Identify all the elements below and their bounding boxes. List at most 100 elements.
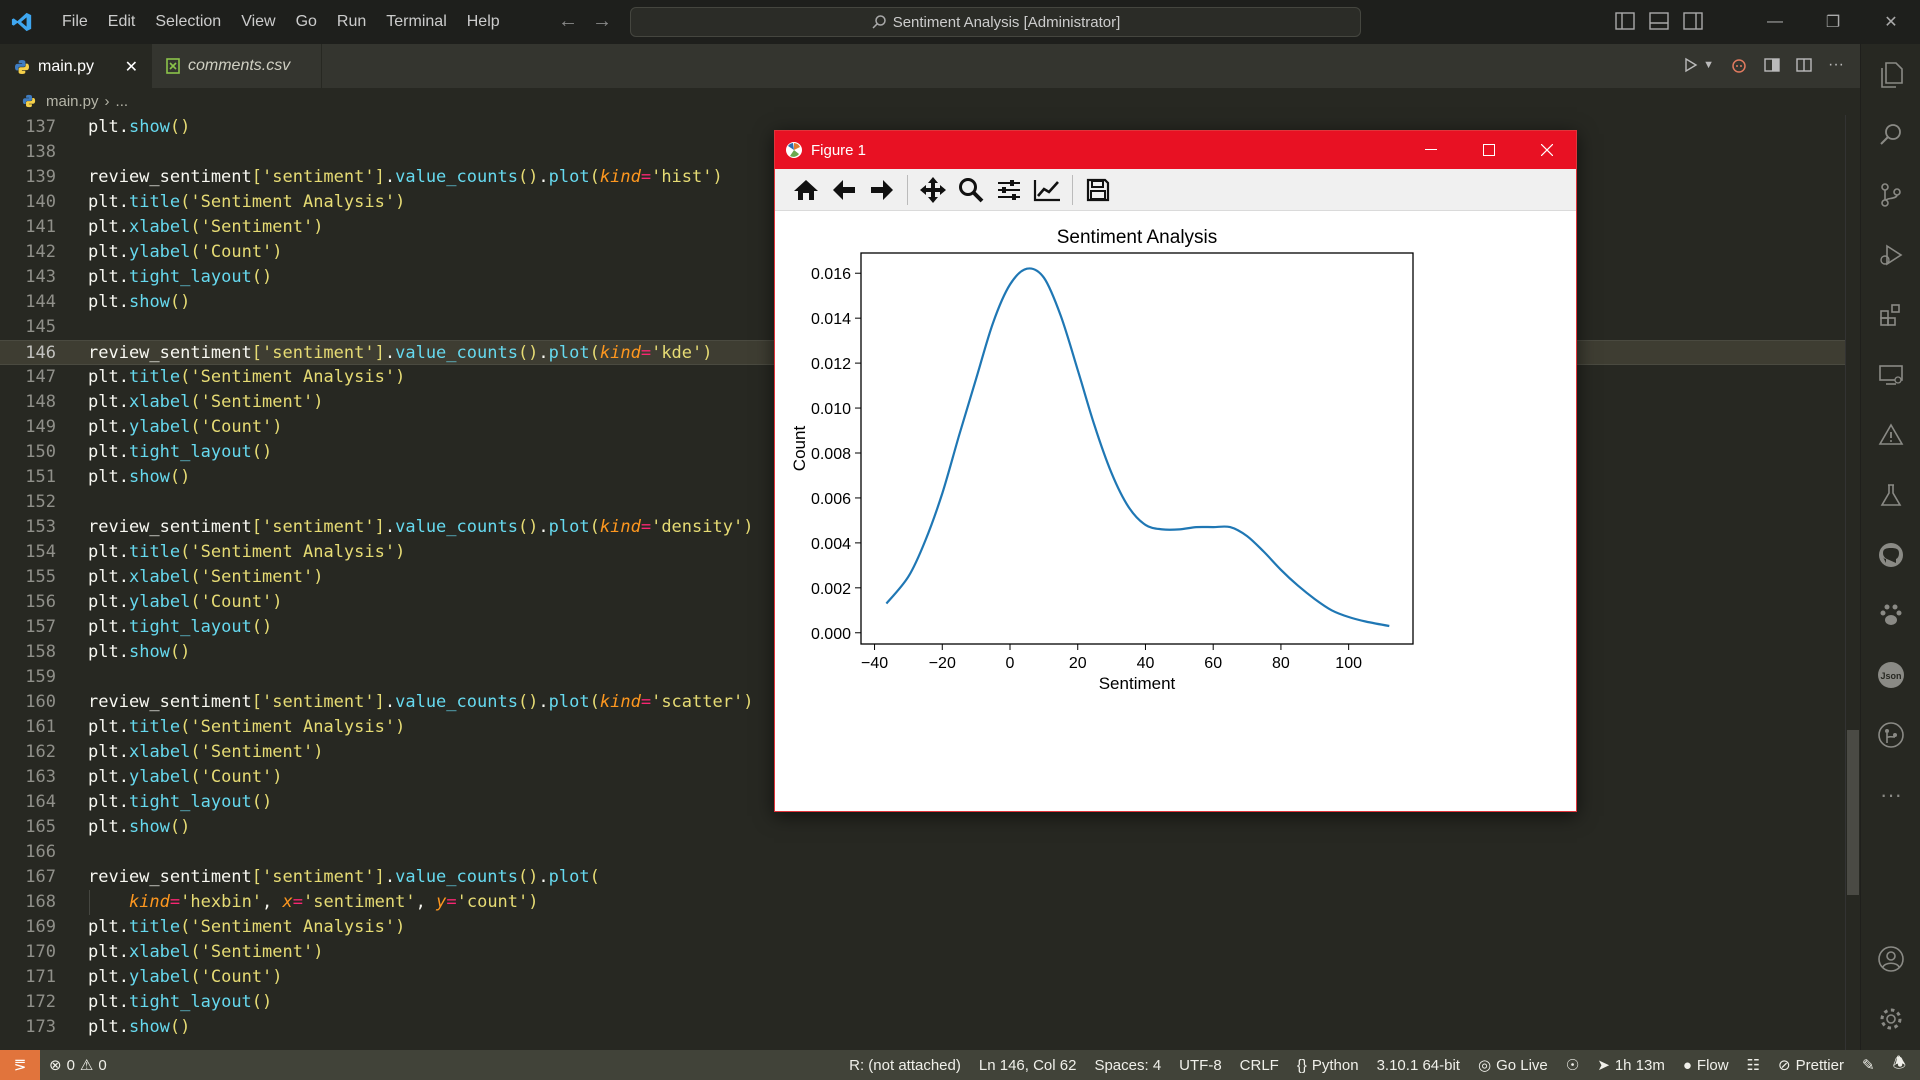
toggle-primary-sidebar-icon[interactable]: [1615, 12, 1635, 30]
configure-subplots-icon[interactable]: [990, 173, 1028, 207]
kde-chart[interactable]: Sentiment Analysis −40 −20 0 20 40 60 80 100 0.00…: [775, 211, 1576, 811]
remote-explorer-icon[interactable]: [1861, 350, 1920, 400]
extensions-icon[interactable]: [1861, 290, 1920, 340]
settings-gear-icon[interactable]: [1861, 994, 1920, 1044]
code-line[interactable]: 169 plt.title('Sentiment Analysis'): [0, 915, 1845, 940]
accounts-icon[interactable]: [1861, 934, 1920, 984]
problems-icon[interactable]: [1861, 410, 1920, 460]
line-number: 161: [25, 717, 56, 737]
git-graph-icon[interactable]: [1861, 710, 1920, 760]
open-preview-icon[interactable]: [1764, 57, 1780, 73]
figure-canvas[interactable]: Sentiment Analysis −40 −20 0 20 40 60 80 100 0.00…: [775, 211, 1576, 811]
y-axis-label: Count: [790, 426, 809, 472]
chevron-down-icon[interactable]: ▼: [1703, 59, 1714, 71]
restore-icon[interactable]: ❐: [1804, 0, 1862, 44]
menu-run[interactable]: Run: [327, 0, 376, 44]
prettier-status[interactable]: ⊘ Prettier: [1769, 1056, 1853, 1075]
editor-scrollbar[interactable]: [1845, 115, 1860, 1050]
matplotlib-figure-window[interactable]: Figure 1 Sentiment Analysis −40 −20 0 20 40 60…: [774, 130, 1577, 812]
menu-edit[interactable]: Edit: [98, 0, 146, 44]
code-token: plot: [548, 867, 590, 887]
source-control-icon[interactable]: [1861, 170, 1920, 220]
remote-indicator-icon[interactable]: ⪚: [0, 1050, 40, 1080]
github-icon[interactable]: [1861, 530, 1920, 580]
pan-icon[interactable]: [914, 173, 952, 207]
r-session-status[interactable]: R: (not attached): [840, 1057, 970, 1074]
menu-terminal[interactable]: Terminal: [376, 0, 456, 44]
tab-comments-csv[interactable]: comments.csv: [152, 44, 322, 88]
search-icon[interactable]: [1861, 110, 1920, 160]
python-interpreter[interactable]: 3.10.1 64-bit: [1368, 1057, 1469, 1074]
code-line[interactable]: 166: [0, 840, 1845, 865]
edit-axis-icon[interactable]: [1028, 173, 1066, 207]
indent-guide: [89, 890, 90, 915]
menu-view[interactable]: View: [231, 0, 285, 44]
toggle-panel-icon[interactable]: [1649, 12, 1669, 30]
more-actions-icon[interactable]: ···: [1828, 56, 1844, 74]
code-token: value_counts: [395, 167, 518, 187]
run-and-debug-icon[interactable]: [1861, 230, 1920, 280]
go-live-button[interactable]: ◎ Go Live: [1469, 1056, 1557, 1075]
code-line[interactable]: 167 review_sentiment['sentiment'].value_c…: [0, 865, 1845, 890]
language-mode[interactable]: {} Python: [1288, 1057, 1368, 1074]
save-icon[interactable]: [1079, 173, 1117, 207]
encoding[interactable]: UTF-8: [1170, 1057, 1231, 1074]
command-center-search[interactable]: Sentiment Analysis [Administrator]: [630, 7, 1361, 37]
feedback-icon[interactable]: ✎: [1853, 1056, 1884, 1074]
nav-forward-icon[interactable]: →: [592, 10, 612, 33]
menu-file[interactable]: File: [52, 0, 98, 44]
home-icon[interactable]: [787, 173, 825, 207]
close-window-icon[interactable]: ✕: [1862, 0, 1920, 44]
copilot-status-icon[interactable]: ☉: [1557, 1056, 1588, 1074]
explorer-icon[interactable]: [1861, 50, 1920, 100]
code-token: 'Sentiment': [200, 742, 314, 762]
menu-help[interactable]: Help: [457, 0, 510, 44]
code-token: 'sentiment': [262, 867, 375, 887]
extension-status-icon[interactable]: ☷: [1738, 1056, 1769, 1074]
minimize-icon[interactable]: —: [1746, 0, 1804, 44]
split-editor-icon[interactable]: [1796, 57, 1812, 73]
figure-title-bar[interactable]: Figure 1: [775, 131, 1576, 169]
code-text: plt.title('Sentiment Analysis'): [88, 540, 405, 565]
figure-minimize-icon[interactable]: [1402, 131, 1460, 169]
code-line[interactable]: 165 plt.show(): [0, 815, 1845, 840]
forward-icon[interactable]: [863, 173, 901, 207]
problems-counter[interactable]: ⊗ 0 ⚠ 0: [40, 1056, 116, 1075]
tab-main-py[interactable]: main.py ✕: [0, 44, 152, 88]
breadcrumb-symbols[interactable]: ...: [116, 93, 129, 110]
code-token: (): [517, 167, 539, 187]
menu-go[interactable]: Go: [286, 0, 327, 44]
tab-label: comments.csv: [188, 57, 291, 74]
code-line[interactable]: 170 plt.xlabel('Sentiment'): [0, 940, 1845, 965]
flow-status[interactable]: ● Flow: [1674, 1057, 1738, 1074]
paw-icon[interactable]: [1861, 590, 1920, 640]
run-icon[interactable]: [1683, 57, 1699, 73]
testing-icon[interactable]: [1861, 470, 1920, 520]
indentation[interactable]: Spaces: 4: [1085, 1057, 1170, 1074]
wakatime-timer[interactable]: ➤ 1h 13m: [1588, 1056, 1674, 1075]
menu-selection[interactable]: Selection: [145, 0, 231, 44]
line-endings[interactable]: CRLF: [1231, 1057, 1288, 1074]
line-number: 146: [25, 343, 56, 363]
code-line[interactable]: 173 plt.show(): [0, 1015, 1845, 1040]
zoom-icon[interactable]: [952, 173, 990, 207]
figure-close-icon[interactable]: [1518, 131, 1576, 169]
scrollbar-thumb[interactable]: [1847, 730, 1859, 895]
back-icon[interactable]: [825, 173, 863, 207]
json-icon[interactable]: Json: [1861, 650, 1920, 700]
figure-maximize-icon[interactable]: [1460, 131, 1518, 169]
close-tab-icon[interactable]: ✕: [125, 57, 138, 77]
code-line[interactable]: 171 plt.ylabel('Count'): [0, 965, 1845, 990]
code-token: 'sentiment': [262, 167, 375, 187]
code-line[interactable]: 172 plt.tight_layout(): [0, 990, 1845, 1015]
code-line[interactable]: 168 kind='hexbin', x='sentiment', y='cou…: [0, 890, 1845, 915]
cursor-position[interactable]: Ln 146, Col 62: [970, 1057, 1086, 1074]
more-views-icon[interactable]: ···: [1861, 770, 1920, 820]
toggle-secondary-sidebar-icon[interactable]: [1683, 12, 1703, 30]
code-token: (: [190, 567, 201, 587]
copilot-icon[interactable]: [1730, 57, 1748, 73]
breadcrumb-file[interactable]: main.py: [46, 93, 99, 110]
code-token: .: [538, 867, 549, 887]
notifications-bell-icon[interactable]: 🕭: [1884, 1053, 1920, 1078]
nav-back-icon[interactable]: ←: [558, 10, 578, 33]
